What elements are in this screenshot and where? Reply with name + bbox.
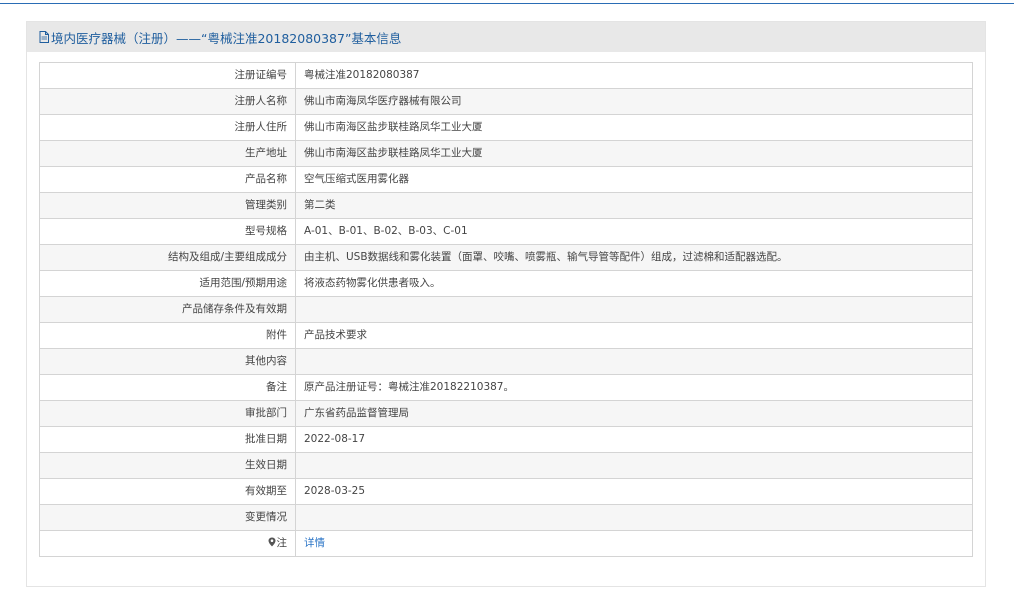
row-label: 审批部门 xyxy=(39,400,296,427)
info-panel: 境内医疗器械（注册）——“粤械注准20182080387”基本信息 注册证编号粤… xyxy=(26,21,986,587)
page-title: 境内医疗器械（注册）——“粤械注准20182080387”基本信息 xyxy=(51,30,402,46)
row-value: 2028-03-25 xyxy=(295,478,973,505)
row-label: 管理类别 xyxy=(39,192,296,219)
table-row: 生产地址 佛山市南海区盐步联桂路凤华工业大厦 xyxy=(39,140,973,167)
table-row: 备注 原产品注册证号：粤械注准20182210387。 xyxy=(39,374,973,401)
row-label: 型号规格 xyxy=(39,218,296,245)
table-row: 型号规格 A-01、B-01、B-02、B-03、C-01 xyxy=(39,218,973,245)
table-row: 结构及组成/主要组成成分 由主机、USB数据线和雾化装置（面罩、咬嘴、喷雾瓶、输气… xyxy=(39,244,973,271)
row-label: 有效期至 xyxy=(39,478,296,505)
table-row: 注册证编号 粤械注准20182080387 xyxy=(39,62,973,89)
row-value xyxy=(295,504,973,531)
table-row: 批准日期 2022-08-17 xyxy=(39,426,973,453)
row-label: 适用范围/预期用途 xyxy=(39,270,296,297)
document-icon xyxy=(39,31,49,43)
row-label: 其他内容 xyxy=(39,348,296,375)
info-table: 注册证编号 粤械注准20182080387 注册人名称 佛山市南海凤华医疗器械有限公司… xyxy=(39,62,973,557)
row-label: 批准日期 xyxy=(39,426,296,453)
row-value xyxy=(295,348,973,375)
row-value xyxy=(295,296,973,323)
panel-header: 境内医疗器械（注册）——“粤械注准20182080387”基本信息 xyxy=(27,22,985,52)
table-row: 其他内容 xyxy=(39,348,973,375)
table-row: 注册人住所 佛山市南海区盐步联桂路凤华工业大厦 xyxy=(39,114,973,141)
row-label: 生产地址 xyxy=(39,140,296,167)
table-row: 审批部门 广东省药品监督管理局 xyxy=(39,400,973,427)
row-value: 将液态药物雾化供患者吸入。 xyxy=(295,270,973,297)
note-label: 注 xyxy=(276,537,288,549)
row-label: 产品储存条件及有效期 xyxy=(39,296,296,323)
row-label: 注册证编号 xyxy=(39,62,296,89)
row-label: 产品名称 xyxy=(39,166,296,193)
row-value: 由主机、USB数据线和雾化装置（面罩、咬嘴、喷雾瓶、输气导管等配件）组成，过滤棉… xyxy=(295,244,973,271)
table-row: 产品名称 空气压缩式医用雾化器 xyxy=(39,166,973,193)
row-value: 佛山市南海凤华医疗器械有限公司 xyxy=(295,88,973,115)
row-label: 变更情况 xyxy=(39,504,296,531)
row-label: 备注 xyxy=(39,374,296,401)
row-value: 粤械注准20182080387 xyxy=(295,62,973,89)
table-row-note: 注 详情 xyxy=(39,530,973,557)
top-rule xyxy=(0,0,1014,4)
table-row: 附件 产品技术要求 xyxy=(39,322,973,349)
row-value: 空气压缩式医用雾化器 xyxy=(295,166,973,193)
row-label: 结构及组成/主要组成成分 xyxy=(39,244,296,271)
row-value: 详情 xyxy=(295,530,973,557)
row-label: 注 xyxy=(39,530,296,557)
row-label: 附件 xyxy=(39,322,296,349)
row-label: 生效日期 xyxy=(39,452,296,479)
row-value: 原产品注册证号：粤械注准20182210387。 xyxy=(295,374,973,401)
row-label: 注册人名称 xyxy=(39,88,296,115)
detail-link[interactable]: 详情 xyxy=(304,537,325,549)
row-value: 产品技术要求 xyxy=(295,322,973,349)
table-row: 有效期至 2028-03-25 xyxy=(39,478,973,505)
row-label: 注册人住所 xyxy=(39,114,296,141)
row-value: 广东省药品监督管理局 xyxy=(295,400,973,427)
row-value: A-01、B-01、B-02、B-03、C-01 xyxy=(295,218,973,245)
table-row: 产品储存条件及有效期 xyxy=(39,296,973,323)
row-value: 2022-08-17 xyxy=(295,426,973,453)
pin-icon xyxy=(268,532,276,547)
row-value xyxy=(295,452,973,479)
table-row: 管理类别 第二类 xyxy=(39,192,973,219)
row-value: 第二类 xyxy=(295,192,973,219)
table-row: 生效日期 xyxy=(39,452,973,479)
table-row: 变更情况 xyxy=(39,504,973,531)
table-row: 注册人名称 佛山市南海凤华医疗器械有限公司 xyxy=(39,88,973,115)
row-value: 佛山市南海区盐步联桂路凤华工业大厦 xyxy=(295,140,973,167)
table-row: 适用范围/预期用途 将液态药物雾化供患者吸入。 xyxy=(39,270,973,297)
row-value: 佛山市南海区盐步联桂路凤华工业大厦 xyxy=(295,114,973,141)
